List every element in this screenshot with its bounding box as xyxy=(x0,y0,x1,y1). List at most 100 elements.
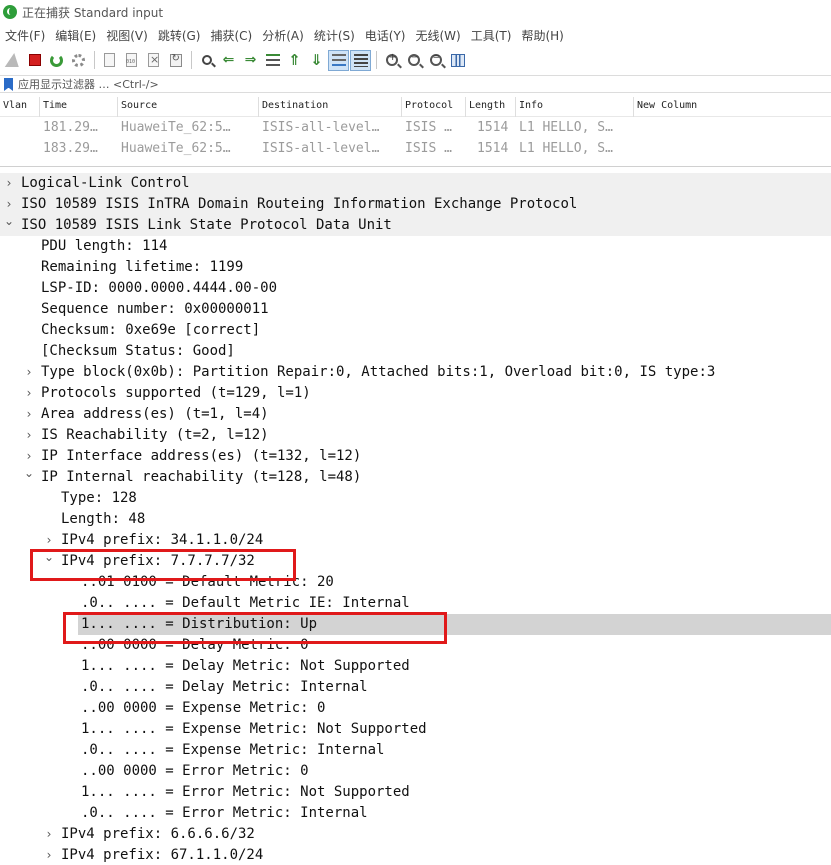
packet-cell-protocol: ISIS … xyxy=(405,120,452,135)
packet-row[interactable]: 183.29… HuaweiTe_62:5… ISIS-all-level… ISIS… xyxy=(0,138,831,159)
find-packet-button[interactable] xyxy=(196,50,217,71)
chevron-right-icon[interactable]: › xyxy=(23,383,35,404)
chevron-down-icon[interactable]: ⌄ xyxy=(23,463,35,484)
tree-node[interactable]: Checksum: 0xe69e [correct] xyxy=(0,320,831,341)
main-toolbar: ⇐ ⇒ ⇑ ⇓ xyxy=(0,46,831,74)
restart-capture-button[interactable] xyxy=(46,50,67,71)
tree-node[interactable]: › Protocols supported (t=129, l=1) xyxy=(0,383,831,404)
tree-node[interactable]: › IPv4 prefix: 6.6.6.6/32 xyxy=(0,824,831,845)
tree-node[interactable]: Length: 48 xyxy=(0,509,831,530)
menu-item-2[interactable]: 视图(V) xyxy=(103,27,155,44)
open-file-button[interactable] xyxy=(99,50,120,71)
menu-item-5[interactable]: 分析(A) xyxy=(259,27,311,44)
tree-node[interactable]: .0.. .... = Delay Metric: Internal xyxy=(0,677,831,698)
column-header-length[interactable]: Length xyxy=(469,100,505,111)
tree-node[interactable]: ⌄ IP Internal reachability (t=128, l=48) xyxy=(0,466,831,488)
tree-node[interactable]: ..00 0000 = Error Metric: 0 xyxy=(0,761,831,782)
tree-node[interactable]: ⌄ ISO 10589 ISIS Link State Protocol Data… xyxy=(0,214,831,236)
tree-node[interactable]: .0.. .... = Default Metric IE: Internal xyxy=(0,593,831,614)
column-header-time[interactable]: Time xyxy=(43,100,67,111)
tree-node[interactable]: › Area address(es) (t=1, l=4) xyxy=(0,404,831,425)
reload-file-button[interactable] xyxy=(165,50,186,71)
menu-item-3[interactable]: 跳转(G) xyxy=(155,27,208,44)
start-capture-button[interactable] xyxy=(2,50,23,71)
menu-item-6[interactable]: 统计(S) xyxy=(311,27,362,44)
tree-node[interactable]: Type: 128 xyxy=(0,488,831,509)
tree-node[interactable]: › IPv4 prefix: 34.1.1.0/24 xyxy=(0,530,831,551)
menu-item-0[interactable]: 文件(F) xyxy=(2,27,52,44)
go-last-packet-button[interactable]: ⇓ xyxy=(306,50,327,71)
go-first-packet-button[interactable]: ⇑ xyxy=(284,50,305,71)
tree-node[interactable]: › IS Reachability (t=2, l=12) xyxy=(0,425,831,446)
column-header-vlan[interactable]: Vlan xyxy=(3,100,27,111)
colorize-button[interactable] xyxy=(350,49,371,71)
menu-item-10[interactable]: 帮助(H) xyxy=(518,27,570,44)
chevron-right-icon[interactable]: › xyxy=(43,845,55,865)
column-header-source[interactable]: Source xyxy=(121,100,157,111)
go-back-button[interactable]: ⇐ xyxy=(218,50,239,71)
open-file-icon xyxy=(104,53,115,67)
zoom-out-button[interactable] xyxy=(403,50,424,71)
tree-node[interactable]: LSP-ID: 0000.0000.4444.00-00 xyxy=(0,278,831,299)
tree-node[interactable]: Remaining lifetime: 1199 xyxy=(0,257,831,278)
tree-node[interactable]: Sequence number: 0x00000011 xyxy=(0,299,831,320)
chevron-down-icon[interactable]: ⌄ xyxy=(3,211,15,232)
column-divider[interactable] xyxy=(465,97,466,117)
menu-item-9[interactable]: 工具(T) xyxy=(468,27,519,44)
tree-node-label: Protocols supported (t=129, l=1) xyxy=(41,385,311,401)
stop-capture-button[interactable] xyxy=(24,50,45,71)
capture-options-button[interactable] xyxy=(68,50,89,71)
tree-node[interactable]: › Logical-Link Control xyxy=(0,173,831,194)
close-file-button[interactable] xyxy=(143,50,164,71)
display-filter-input[interactable] xyxy=(18,77,778,91)
tree-node[interactable]: › IP Interface address(es) (t=132, l=12) xyxy=(0,446,831,467)
tree-node[interactable]: 1... .... = Error Metric: Not Supported xyxy=(0,782,831,803)
packet-cell-source: HuaweiTe_62:5… xyxy=(121,141,231,156)
resize-columns-button[interactable] xyxy=(447,50,468,71)
tree-node[interactable]: ..00 0000 = Expense Metric: 0 xyxy=(0,698,831,719)
normal-size-button[interactable] xyxy=(425,50,446,71)
title-bar: 正在捕获 Standard input xyxy=(0,0,831,24)
column-divider[interactable] xyxy=(258,97,259,117)
go-to-packet-button[interactable] xyxy=(262,50,283,71)
column-divider[interactable] xyxy=(401,97,402,117)
column-divider[interactable] xyxy=(39,97,40,117)
column-header-protocol[interactable]: Protocol xyxy=(405,100,453,111)
chevron-right-icon[interactable]: › xyxy=(23,362,35,383)
chevron-right-icon[interactable]: › xyxy=(23,425,35,446)
tree-node[interactable]: .0.. .... = Error Metric: Internal xyxy=(0,803,831,824)
menu-item-7[interactable]: 电话(Y) xyxy=(362,27,413,44)
column-header-info[interactable]: Info xyxy=(519,100,543,111)
tree-node[interactable]: ..00 0000 = Delay Metric: 0 xyxy=(0,635,831,656)
pane-splitter[interactable] xyxy=(0,166,831,167)
save-file-button[interactable] xyxy=(121,50,142,71)
auto-scroll-button[interactable] xyxy=(328,49,349,71)
chevron-right-icon[interactable]: › xyxy=(43,824,55,845)
tree-node[interactable]: ⌄ IPv4 prefix: 7.7.7.7/32 xyxy=(0,550,831,572)
zoom-in-button[interactable] xyxy=(381,50,402,71)
tree-node[interactable]: .0.. .... = Expense Metric: Internal xyxy=(0,740,831,761)
tree-node[interactable]: 1... .... = Delay Metric: Not Supported xyxy=(0,656,831,677)
menu-item-4[interactable]: 捕获(C) xyxy=(207,27,259,44)
tree-node[interactable]: [Checksum Status: Good] xyxy=(0,341,831,362)
column-divider[interactable] xyxy=(117,97,118,117)
tree-node[interactable]: PDU length: 114 xyxy=(0,236,831,257)
chevron-right-icon[interactable]: › xyxy=(3,173,15,194)
tree-node[interactable]: 1... .... = Distribution: Up xyxy=(78,614,831,635)
tree-node[interactable]: 1... .... = Expense Metric: Not Supporte… xyxy=(0,719,831,740)
go-forward-button[interactable]: ⇒ xyxy=(240,50,261,71)
column-header-new-column[interactable]: New Column xyxy=(637,100,697,111)
menu-item-1[interactable]: 编辑(E) xyxy=(52,27,103,44)
tree-node[interactable]: › IPv4 prefix: 67.1.1.0/24 xyxy=(0,845,831,865)
column-divider[interactable] xyxy=(515,97,516,117)
chevron-down-icon[interactable]: ⌄ xyxy=(43,547,55,568)
menu-item-8[interactable]: 无线(W) xyxy=(413,27,468,44)
packet-row[interactable]: 181.29… HuaweiTe_62:5… ISIS-all-level… ISIS… xyxy=(0,117,831,138)
tree-node[interactable]: ..01 0100 = Default Metric: 20 xyxy=(0,572,831,593)
tree-node[interactable]: › ISO 10589 ISIS InTRA Domain Routeing In… xyxy=(0,194,831,215)
chevron-right-icon[interactable]: › xyxy=(23,404,35,425)
column-divider[interactable] xyxy=(633,97,634,117)
column-header-destination[interactable]: Destination xyxy=(262,100,328,111)
bookmark-icon[interactable] xyxy=(4,78,13,91)
tree-node[interactable]: › Type block(0x0b): Partition Repair:0, A… xyxy=(0,362,831,383)
